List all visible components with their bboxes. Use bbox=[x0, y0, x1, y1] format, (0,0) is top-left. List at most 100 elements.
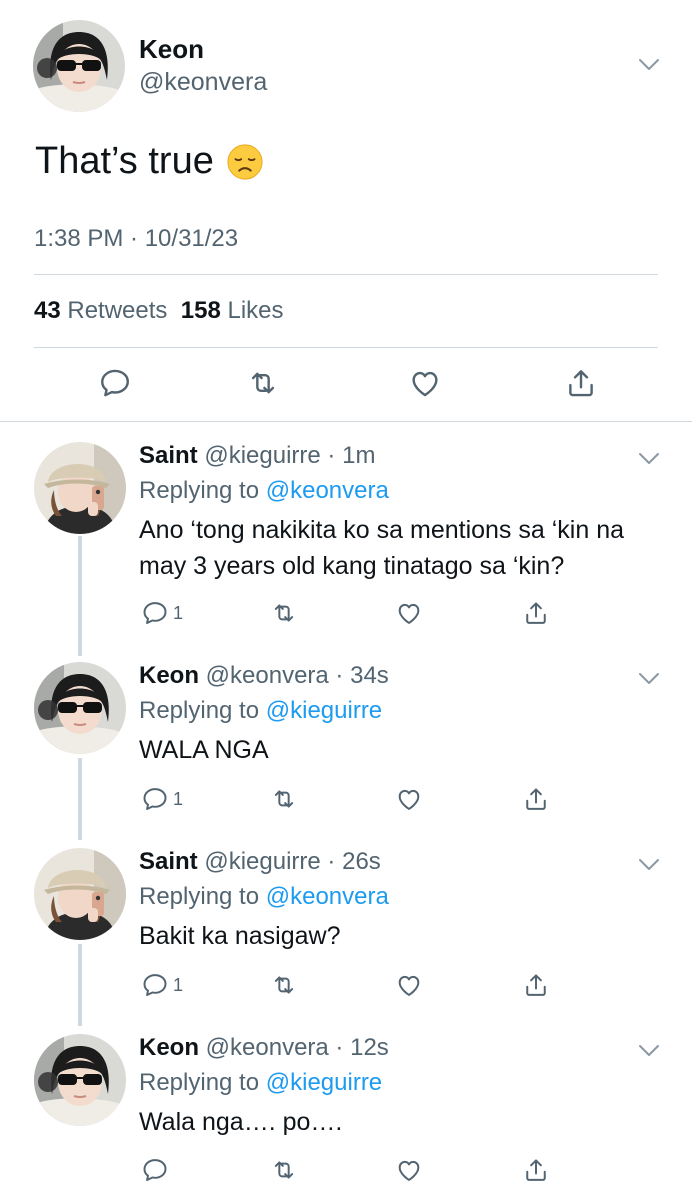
reply-text: Ano ‘tong nakikita ko sa mentions sa ‘ki… bbox=[139, 516, 624, 580]
like-icon bbox=[408, 366, 442, 400]
replying-to-label: Replying to bbox=[139, 477, 260, 504]
avatar[interactable] bbox=[33, 20, 125, 112]
reply-tweet: Keon @keonvera · 12s Replying to @kiegui… bbox=[0, 1034, 692, 1200]
replying-to-label: Replying to bbox=[139, 883, 260, 910]
reply-button[interactable]: 1 bbox=[141, 784, 183, 814]
reply-button[interactable]: 1 bbox=[141, 598, 183, 628]
like-button[interactable] bbox=[395, 970, 423, 1000]
reply-header: Saint @kieguirre · 26s bbox=[139, 848, 381, 876]
reply-header: Saint @kieguirre · 1m bbox=[139, 442, 375, 470]
likes-stat[interactable]: 158 Likes bbox=[181, 297, 284, 324]
share-button[interactable] bbox=[522, 970, 550, 1000]
tweet-timestamp[interactable]: 1:38 PM · 10/31/23 bbox=[34, 225, 238, 253]
saint-avatar-image bbox=[34, 848, 126, 940]
retweet-icon bbox=[270, 785, 298, 813]
retweets-label: Retweets bbox=[67, 297, 168, 324]
like-icon bbox=[395, 1156, 423, 1184]
like-button[interactable] bbox=[395, 784, 423, 814]
retweet-icon bbox=[246, 366, 280, 400]
reply-actions bbox=[0, 1155, 692, 1191]
likes-count: 158 bbox=[180, 297, 221, 324]
reply-button[interactable]: 1 bbox=[141, 970, 183, 1000]
share-button[interactable] bbox=[522, 1155, 550, 1185]
share-button[interactable] bbox=[522, 598, 550, 628]
keon-avatar-image bbox=[33, 20, 125, 112]
saint-avatar-image bbox=[34, 442, 126, 534]
reply-header: Keon @keonvera · 12s bbox=[139, 1034, 389, 1062]
avatar[interactable] bbox=[34, 848, 126, 940]
chevron-down-icon[interactable] bbox=[638, 1044, 660, 1058]
author-name[interactable]: Saint bbox=[139, 848, 198, 875]
author-name[interactable]: Keon bbox=[139, 34, 204, 65]
like-button[interactable] bbox=[395, 1155, 423, 1185]
like-icon bbox=[395, 971, 423, 999]
share-icon bbox=[522, 971, 550, 999]
reply-header: Keon @keonvera · 34s bbox=[139, 662, 389, 690]
likes-label: Likes bbox=[227, 297, 284, 324]
retweet-button[interactable] bbox=[270, 970, 298, 1000]
divider bbox=[0, 421, 692, 422]
tweet-text-content: That’s true bbox=[35, 140, 214, 182]
retweet-icon bbox=[270, 599, 298, 627]
replying-to-link[interactable]: @kieguirre bbox=[266, 697, 382, 724]
main-tweet: Keon @keonvera That’s true 1:38 PM · 10/… bbox=[0, 0, 692, 420]
tweet-text: That’s true bbox=[35, 140, 264, 183]
replying-to-link[interactable]: @keonvera bbox=[266, 883, 389, 910]
tweet-actions bbox=[0, 366, 692, 406]
share-icon bbox=[522, 1156, 550, 1184]
retweet-button[interactable] bbox=[270, 598, 298, 628]
share-button[interactable] bbox=[564, 366, 598, 402]
share-icon bbox=[522, 599, 550, 627]
author-handle-time[interactable]: @keonvera · 12s bbox=[206, 1034, 389, 1061]
chevron-down-icon[interactable] bbox=[638, 58, 660, 72]
reply-text: Bakit ka nasigaw? bbox=[139, 922, 341, 950]
reply-text: Wala nga…. po…. bbox=[139, 1108, 343, 1136]
share-button[interactable] bbox=[522, 784, 550, 814]
replying-to: Replying to @keonvera bbox=[139, 883, 389, 911]
reply-actions: 1 bbox=[0, 598, 692, 634]
retweet-button[interactable] bbox=[246, 366, 280, 402]
like-button[interactable] bbox=[408, 366, 442, 402]
retweet-button[interactable] bbox=[270, 784, 298, 814]
divider bbox=[34, 274, 658, 275]
reply-count: 1 bbox=[173, 788, 184, 809]
replying-to-link[interactable]: @keonvera bbox=[266, 477, 389, 504]
disappointed-face-emoji-icon bbox=[226, 143, 264, 181]
retweets-count: 43 bbox=[34, 297, 61, 324]
reply-actions: 1 bbox=[0, 784, 692, 820]
replying-to-label: Replying to bbox=[139, 1069, 260, 1096]
avatar[interactable] bbox=[34, 662, 126, 754]
author-name[interactable]: Saint bbox=[139, 442, 198, 469]
author-handle[interactable]: @keonvera bbox=[139, 68, 267, 97]
reply-count: 1 bbox=[173, 602, 184, 623]
like-icon bbox=[395, 785, 423, 813]
author-name[interactable]: Keon bbox=[139, 662, 199, 689]
tweet-stats: 43 Retweets 158 Likes bbox=[34, 297, 284, 325]
reply-icon bbox=[141, 1156, 169, 1184]
avatar[interactable] bbox=[34, 442, 126, 534]
author-handle-time[interactable]: @kieguirre · 26s bbox=[204, 848, 380, 875]
replying-to-link[interactable]: @kieguirre bbox=[266, 1069, 382, 1096]
chevron-down-icon[interactable] bbox=[638, 672, 660, 686]
like-icon bbox=[395, 599, 423, 627]
keon-avatar-image bbox=[34, 662, 126, 754]
divider bbox=[34, 347, 658, 348]
replying-to-label: Replying to bbox=[139, 697, 260, 724]
author-handle-time[interactable]: @kieguirre · 1m bbox=[204, 442, 375, 469]
retweets-stat[interactable]: 43 Retweets bbox=[34, 297, 167, 324]
retweet-button[interactable] bbox=[270, 1155, 298, 1185]
author-handle-time[interactable]: @keonvera · 34s bbox=[206, 662, 389, 689]
like-button[interactable] bbox=[395, 598, 423, 628]
chevron-down-icon[interactable] bbox=[638, 858, 660, 872]
avatar[interactable] bbox=[34, 1034, 126, 1126]
reply-icon bbox=[141, 599, 169, 627]
author-name[interactable]: Keon bbox=[139, 1034, 199, 1061]
keon-avatar-image bbox=[34, 1034, 126, 1126]
chevron-down-icon[interactable] bbox=[638, 452, 660, 466]
reply-button[interactable] bbox=[98, 366, 132, 402]
share-icon bbox=[564, 366, 598, 400]
replying-to: Replying to @keonvera bbox=[139, 477, 389, 505]
reply-tweet: Saint @kieguirre · 26s Replying to @keon… bbox=[0, 848, 692, 1018]
reply-button[interactable] bbox=[141, 1155, 173, 1185]
reply-actions: 1 bbox=[0, 970, 692, 1006]
